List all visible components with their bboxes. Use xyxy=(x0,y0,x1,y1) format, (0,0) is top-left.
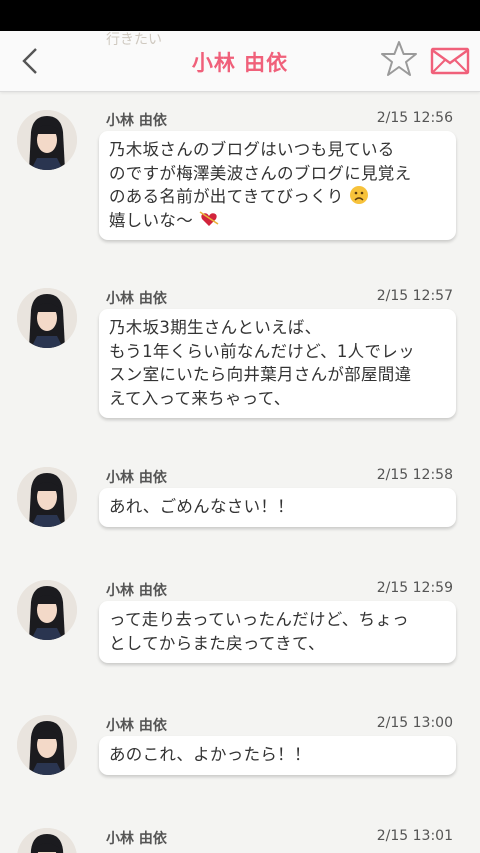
message-line: のですが梅澤美波さんのブログに見覚え xyxy=(109,163,412,183)
sender-name: 小林 由依 xyxy=(106,291,167,307)
message-line: のある名前が出てきてびっくり xyxy=(109,187,344,206)
heart-arrow-icon xyxy=(199,210,218,226)
message-line: としてからまた戻ってきて、 xyxy=(109,633,325,653)
avatar-image xyxy=(17,467,77,527)
message-line: もう1年くらい前なんだけど、1人でレッ xyxy=(109,341,415,361)
message-feed[interactable]: 小林 由依 2/15 12:56 乃木坂さんのブログはいつも見ている のですが梅… xyxy=(0,92,480,853)
avatar-image xyxy=(17,715,77,775)
sender-name: 小林 由依 xyxy=(106,470,167,486)
sad-face-icon xyxy=(350,186,369,204)
sender-name: 小林 由依 xyxy=(106,113,167,129)
message-line: 乃木坂さんのブログはいつも見ている xyxy=(109,140,395,159)
avatar[interactable] xyxy=(17,110,77,170)
avatar[interactable] xyxy=(17,715,77,775)
star-outline-icon xyxy=(381,41,417,76)
timestamp: 2/15 12:57 xyxy=(376,288,453,304)
timestamp: 2/15 12:56 xyxy=(376,110,453,126)
message-bubble[interactable]: 乃木坂さんのブログはいつも見ている のですが梅澤美波さんのブログに見覚え のある… xyxy=(99,131,456,240)
message-line: あれ、ごめんなさい！！ xyxy=(109,497,294,516)
sender-name: 小林 由依 xyxy=(106,831,167,847)
timestamp: 2/15 12:59 xyxy=(376,580,453,596)
avatar-image xyxy=(17,110,77,170)
message-line: 乃木坂3期生さんといえば、 xyxy=(109,318,322,337)
avatar[interactable] xyxy=(17,828,77,853)
message-line: って走り去っていったんだけど、ちょっ xyxy=(109,610,409,629)
message-line: スン室にいたら向井葉月さんが部屋間違 xyxy=(109,365,412,384)
message-bubble[interactable]: 乃木坂3期生さんといえば、 もう1年くらい前なんだけど、1人でレッ スン室にいた… xyxy=(99,309,456,418)
timestamp: 2/15 13:01 xyxy=(376,828,453,844)
timestamp: 2/15 13:00 xyxy=(376,715,453,731)
message-line: えて入って来ちゃって、 xyxy=(109,388,291,408)
message-line: 嬉しいな〜 xyxy=(109,210,193,230)
status-bar xyxy=(0,0,480,31)
message-line: あのこれ、よかったら！！ xyxy=(109,745,311,764)
sender-name: 小林 由依 xyxy=(106,718,167,734)
message-bubble[interactable]: あれ、ごめんなさい！！ xyxy=(99,488,456,527)
avatar[interactable] xyxy=(17,467,77,527)
avatar-image xyxy=(17,828,77,853)
favorite-button[interactable] xyxy=(379,39,419,79)
app-header: 行きたい 小林 由依 xyxy=(0,31,480,92)
previous-message-peek: 行きたい xyxy=(106,32,162,48)
timestamp: 2/15 12:58 xyxy=(376,467,453,483)
message-bubble[interactable]: あのこれ、よかったら！！ xyxy=(99,736,456,775)
message-bubble[interactable]: って走り去っていったんだけど、ちょっ としてからまた戻ってきて、 xyxy=(99,601,456,663)
avatar[interactable] xyxy=(17,580,77,640)
avatar-image xyxy=(17,288,77,348)
envelope-icon xyxy=(430,47,470,75)
mail-button[interactable] xyxy=(430,47,470,75)
sender-name: 小林 由依 xyxy=(106,583,167,599)
avatar-image xyxy=(17,580,77,640)
avatar[interactable] xyxy=(17,288,77,348)
